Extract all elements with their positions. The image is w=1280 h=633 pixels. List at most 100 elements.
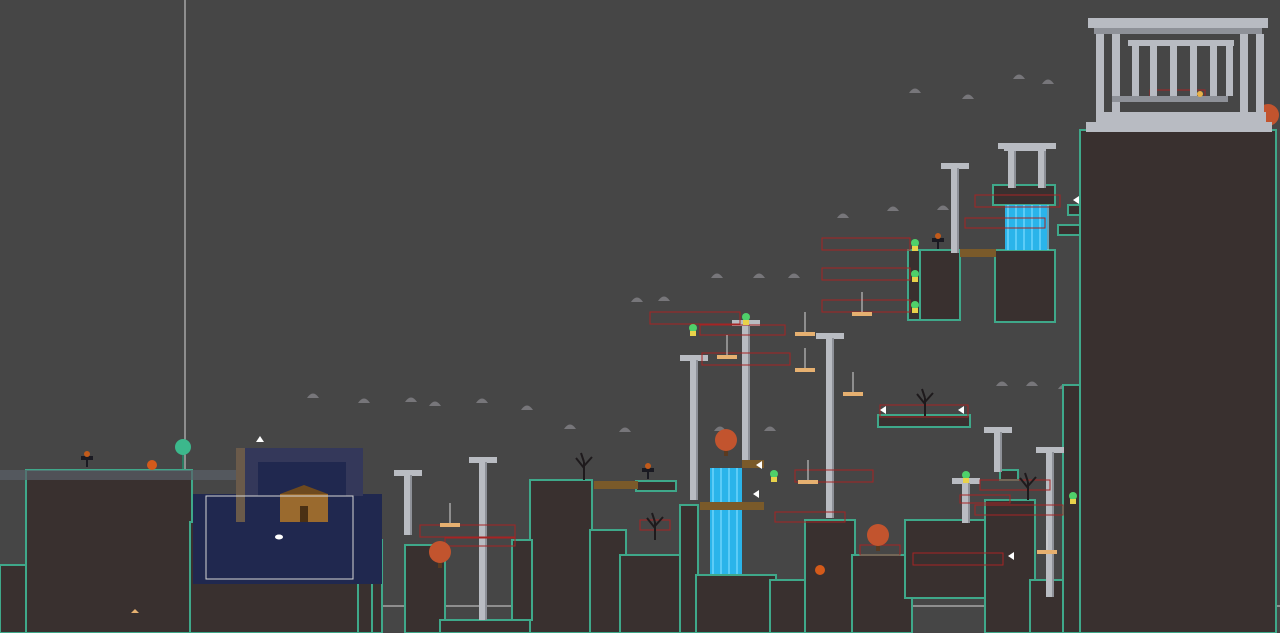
temple-base (1086, 122, 1272, 132)
temple-inner-frieze (1128, 40, 1234, 46)
temple-inner-column (1226, 46, 1233, 96)
ground-block (439, 619, 536, 633)
stone-bridge (0, 470, 236, 480)
ground-block (635, 480, 677, 492)
scarecrow-head (935, 233, 941, 239)
temple-column (1096, 34, 1104, 112)
swing-platform-plank[interactable] (798, 480, 818, 484)
pillar-shade (696, 360, 698, 500)
spirit-icon[interactable] (911, 270, 919, 282)
ground-block (1062, 384, 1081, 633)
temple-roof (1088, 18, 1268, 28)
pillar-shade (485, 462, 487, 620)
temple-frieze (1094, 28, 1262, 34)
waterfall (710, 468, 742, 574)
pillar-shade (1052, 452, 1054, 597)
ladder[interactable] (236, 448, 245, 522)
level-editor-viewport[interactable] (0, 0, 1280, 633)
spirit-head (962, 471, 970, 479)
temple-column (1256, 34, 1264, 112)
spirit-body (1070, 499, 1076, 504)
ground-block (695, 574, 777, 633)
pillar-shade (1044, 148, 1046, 188)
temple-inner-column (1210, 46, 1217, 96)
scarecrow-head (645, 463, 651, 469)
spirit-body (963, 478, 969, 483)
tree-foliage (715, 429, 737, 451)
temple-inner-column (1170, 46, 1177, 96)
level-map[interactable] (0, 0, 1280, 633)
ground-block (851, 554, 913, 633)
pillar-shade (1014, 148, 1016, 188)
swing-platform-plank[interactable] (1037, 550, 1057, 554)
spirit-body (771, 477, 777, 482)
scarecrow-pole (86, 458, 88, 467)
spirit-head (689, 324, 697, 332)
ground-block (511, 539, 533, 621)
spirit-icon[interactable] (911, 301, 919, 313)
ground-block (919, 249, 961, 321)
spirit-head (911, 301, 919, 309)
spirit-head (911, 270, 919, 278)
ground-block (769, 579, 807, 633)
spirit-body (912, 308, 918, 313)
spirit-head (911, 239, 919, 247)
checkpoint-pole (182, 455, 184, 469)
ground-block (1067, 204, 1081, 216)
temple-inner-column (1150, 46, 1157, 96)
shrine-roof (1004, 143, 1046, 151)
temple-step (1096, 112, 1266, 122)
pillar-shade (748, 325, 750, 465)
swing-platform-plank[interactable] (717, 355, 737, 359)
pumpkin-icon[interactable] (815, 565, 825, 575)
spirit-icon[interactable] (770, 470, 778, 482)
pumpkin-icon[interactable] (147, 460, 157, 470)
tree-foliage (867, 524, 889, 546)
duck-icon[interactable] (275, 534, 283, 540)
temple-relic-icon[interactable] (1197, 91, 1203, 97)
ground-block (804, 519, 856, 633)
wooden-bridge[interactable] (594, 481, 638, 489)
spirit-icon[interactable] (689, 324, 697, 336)
spirit-body (912, 246, 918, 251)
ground-block (529, 479, 593, 633)
spirit-head (742, 313, 750, 321)
spirit-icon[interactable] (742, 313, 750, 325)
ground-block (994, 249, 1056, 323)
temple-inner-column (1190, 46, 1197, 96)
scarecrow-pole (647, 470, 649, 479)
scarecrow-pole (937, 240, 939, 249)
ground-block (1057, 224, 1081, 236)
temple-inner-column (1132, 46, 1139, 96)
wooden-bridge[interactable] (960, 249, 996, 257)
pillar-shade (1000, 432, 1002, 472)
swing-platform-plank[interactable] (843, 392, 863, 396)
spirit-icon[interactable] (911, 239, 919, 251)
swing-platform-plank[interactable] (795, 332, 815, 336)
spirit-head (1069, 492, 1077, 500)
ground-block (619, 554, 683, 633)
spirit-icon[interactable] (1069, 492, 1077, 504)
waterfall-streak (728, 468, 730, 574)
spirit-head (770, 470, 778, 478)
cabin-door[interactable] (300, 506, 308, 522)
spirit-icon[interactable] (962, 471, 970, 483)
pillar-shade (957, 168, 959, 253)
swing-platform-plank[interactable] (440, 523, 460, 527)
waterfall-streak (1047, 205, 1049, 250)
checkpoint-orb-icon[interactable] (175, 439, 191, 455)
pillar-shade (410, 475, 412, 535)
spirit-body (743, 320, 749, 325)
tree-foliage (429, 541, 451, 563)
swing-platform-plank[interactable] (852, 312, 872, 316)
ground-block (0, 564, 29, 633)
wooden-bridge[interactable] (700, 502, 764, 510)
ground-block (1079, 129, 1277, 633)
pillar-shade (832, 338, 834, 518)
waterfall-streak (720, 468, 722, 574)
ground-block (984, 499, 1036, 633)
spirit-body (912, 277, 918, 282)
swing-platform-plank[interactable] (795, 368, 815, 372)
spirit-body (690, 331, 696, 336)
ground-block (999, 469, 1019, 481)
